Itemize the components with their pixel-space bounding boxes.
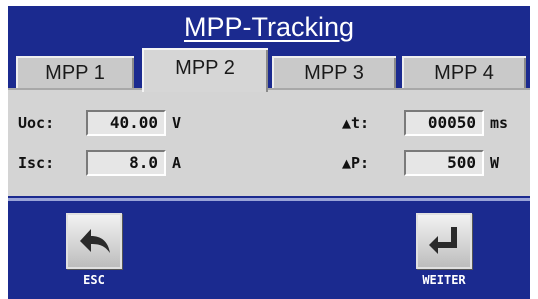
tab-mpp3[interactable]: MPP 3 (272, 56, 396, 90)
settings-panel: Uoc: 40.00 V Isc: 8.0 A ▲t: 00050 ms ▲P:… (8, 88, 530, 196)
back-arrow-icon (80, 229, 110, 253)
isc-label: Isc: (18, 154, 55, 172)
enter-return-icon (429, 227, 457, 254)
isc-unit: A (172, 154, 182, 172)
uoc-label: Uoc: (18, 114, 55, 132)
button-bar: ESC WEITER (8, 198, 530, 299)
page-title: MPP-Tracking (183, 12, 355, 42)
esc-label: ESC (83, 273, 105, 287)
uoc-unit: V (172, 114, 182, 132)
isc-field[interactable]: 8.0 (86, 150, 166, 176)
delta-p-label: ▲P: (342, 154, 370, 172)
delta-p-unit: W (490, 154, 500, 172)
delta-t-label: ▲t: (342, 114, 370, 132)
uoc-field[interactable]: 40.00 (86, 110, 166, 136)
tab-mpp4[interactable]: MPP 4 (402, 56, 526, 90)
weiter-label: WEITER (422, 273, 466, 287)
tab-bar: MPP 1 MPP 2 MPP 3 MPP 4 (8, 48, 530, 92)
delta-t-field[interactable]: 00050 (404, 110, 484, 136)
delta-p-field[interactable]: 500 (404, 150, 484, 176)
app-window: MPP-Tracking MPP 1 MPP 2 MPP 3 MPP 4 Uoc… (8, 6, 530, 299)
tab-mpp2[interactable]: MPP 2 (142, 48, 268, 92)
esc-button[interactable] (66, 213, 122, 269)
delta-t-unit: ms (490, 114, 509, 132)
weiter-button[interactable] (416, 213, 472, 269)
tab-mpp1[interactable]: MPP 1 (16, 56, 134, 90)
